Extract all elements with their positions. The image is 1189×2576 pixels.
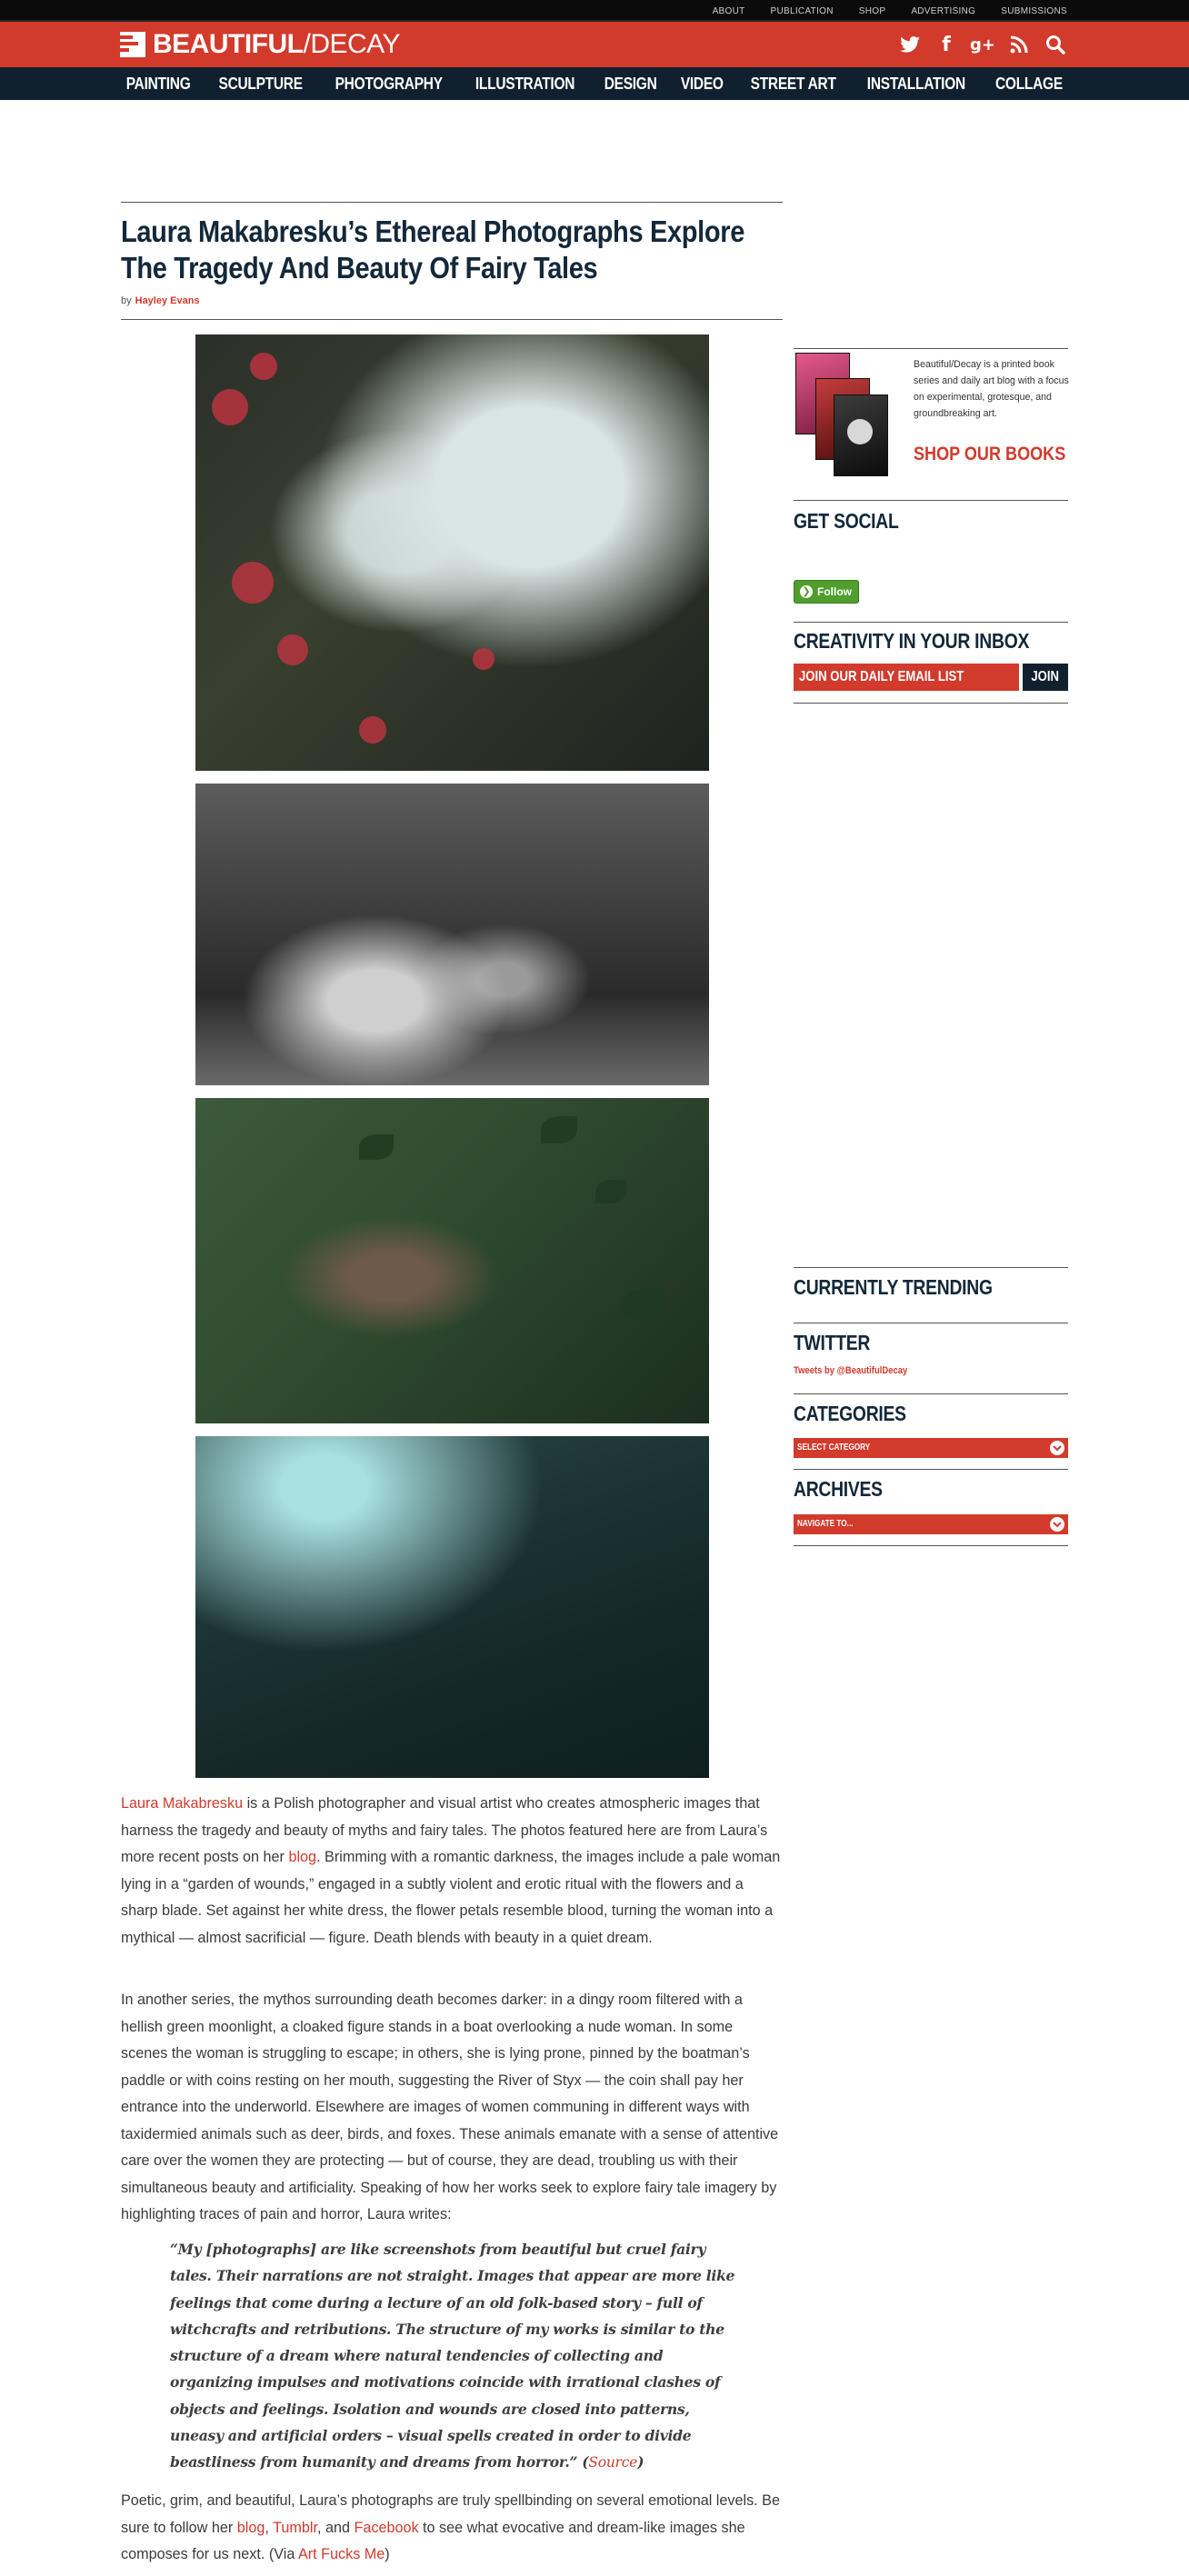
ivy-decoration [623,1289,663,1318]
divider [121,202,783,203]
newsletter-form: JOIN OUR DAILY EMAIL LIST JOIN [794,664,1068,691]
article-title: Laura Makabresku’s Ethereal Photographs … [121,215,745,285]
article-paragraph-1: Laura Makabresku is a Polish photographe… [121,1791,783,1952]
follow-button[interactable]: ❯ Follow [794,580,859,604]
book-cover [834,394,888,476]
logo-wordmark: BEAUTIFUL/DECAY [153,29,400,59]
nav-collage[interactable]: COLLAGE [995,75,1063,94]
category-select[interactable]: SELECT CATEGORY [794,1438,1068,1458]
divider [794,1267,1068,1268]
rose-decoration [473,648,495,670]
source-link[interactable]: Source [588,2454,637,2471]
nav-photography[interactable]: PHOTOGRAPHY [335,75,443,94]
photo-room-with-deer [195,784,709,1085]
divider [794,1545,1068,1546]
archive-select[interactable]: NAVIGATE TO... [794,1514,1068,1534]
quote-text: “My [photographs] are like screenshots f… [170,2241,735,2471]
rose-decoration [232,562,274,604]
link-shop[interactable]: SHOP [859,6,886,16]
paragraph-text: ) [385,2546,390,2562]
rss-icon[interactable] [1007,33,1031,56]
ivy-decoration [359,1134,394,1160]
categories-heading: CATEGORIES [794,1402,906,1425]
join-button[interactable]: JOIN [1023,664,1068,691]
divider [794,703,1068,704]
divider [121,319,783,320]
byline: by Hayley Evans [121,295,783,306]
divider [794,1393,1068,1394]
separator: , and [316,2519,355,2536]
ivy-decoration [541,1116,577,1143]
nav-sculpture[interactable]: SCULPTURE [219,75,304,94]
article-paragraph-2: In another series, the mythos surroundin… [121,1992,779,2222]
category-nav: PAINTING SCULPTURE PHOTOGRAPHY ILLUSTRAT… [0,67,1189,100]
separator: , [265,2519,274,2536]
artist-quote: “My [photographs] are like screenshots f… [170,2236,741,2477]
link-submissions[interactable]: SUBMISSIONS [1001,6,1067,16]
twitter-icon[interactable] [898,33,922,56]
twitter-heading: TWITTER [794,1331,871,1354]
byline-prefix: by [121,295,132,306]
follow-label: Follow [817,585,852,598]
google-plus-icon[interactable]: g+ [970,33,995,56]
quote-paren: ) [637,2453,644,2471]
chevron-down-icon [1050,1517,1064,1532]
link-about[interactable]: ABOUT [713,6,745,16]
nav-design[interactable]: DESIGN [604,75,656,94]
divider [794,500,1068,501]
link-advertising[interactable]: ADVERTISING [911,6,975,16]
social-icons: f g+ [898,33,1067,56]
utility-bar: ABOUT PUBLICATION SHOP ADVERTISING SUBMI… [0,0,1189,22]
artist-link[interactable]: Laura Makabresku [121,1795,243,1812]
trending-heading: CURRENTLY TRENDING [794,1275,993,1299]
email-field[interactable]: JOIN OUR DAILY EMAIL LIST [794,664,1019,691]
divider [794,622,1068,623]
chevron-down-icon [1050,1441,1064,1455]
shop-books-link[interactable]: SHOP OUR BOOKS [914,444,1065,465]
divider [794,1469,1068,1470]
photo-boatman-light [195,1436,709,1778]
divider [794,348,1068,349]
site-logo[interactable]: BEAUTIFUL/DECAY [120,29,400,60]
follow-icon: ❯ [800,585,813,598]
tweets-link[interactable]: Tweets by @BeautifulDecay [794,1365,907,1376]
books-thumbnail[interactable] [794,353,903,494]
photo-garden-of-wounds [195,334,709,771]
article-paragraph-3: Poetic, grim, and beautiful, Laura’s pho… [121,2488,783,2569]
blog-link[interactable]: blog [237,2520,265,2536]
rose-decoration [212,389,248,425]
tumblr-link[interactable]: Tumblr [273,2520,317,2536]
logo-mark-icon [120,32,145,57]
facebook-icon[interactable]: f [934,33,958,56]
nav-street-art[interactable]: STREET ART [750,75,835,94]
via-link[interactable]: Art Fucks Me [298,2546,385,2562]
nav-painting[interactable]: PAINTING [126,75,191,94]
nav-illustration[interactable]: ILLUSTRATION [475,75,575,94]
archives-heading: ARCHIVES [794,1477,883,1501]
facebook-link[interactable]: Facebook [354,2520,418,2536]
rose-decoration [277,634,308,665]
inbox-heading: CREATIVITY IN YOUR INBOX [794,629,1030,653]
quote-paren: ( [577,2453,589,2471]
rose-decoration [250,353,277,380]
brand-bar: BEAUTIFUL/DECAY f g+ [0,22,1189,67]
photo-woman-with-ivy [195,1098,709,1423]
link-publication[interactable]: PUBLICATION [771,6,834,16]
nav-installation[interactable]: INSTALLATION [867,75,965,94]
books-description: Beautiful/Decay is a printed book series… [914,359,1069,419]
nav-video[interactable]: VIDEO [681,75,724,94]
search-icon[interactable] [1044,33,1067,56]
rose-decoration [359,716,386,744]
author-link[interactable]: Hayley Evans [135,295,200,306]
blog-link[interactable]: blog [288,1849,316,1865]
ivy-decoration [595,1180,626,1203]
utility-links: ABOUT PUBLICATION SHOP ADVERTISING SUBMI… [713,0,1067,22]
get-social-heading: GET SOCIAL [794,509,899,533]
article-header: Laura Makabresku’s Ethereal Photographs … [121,202,783,320]
